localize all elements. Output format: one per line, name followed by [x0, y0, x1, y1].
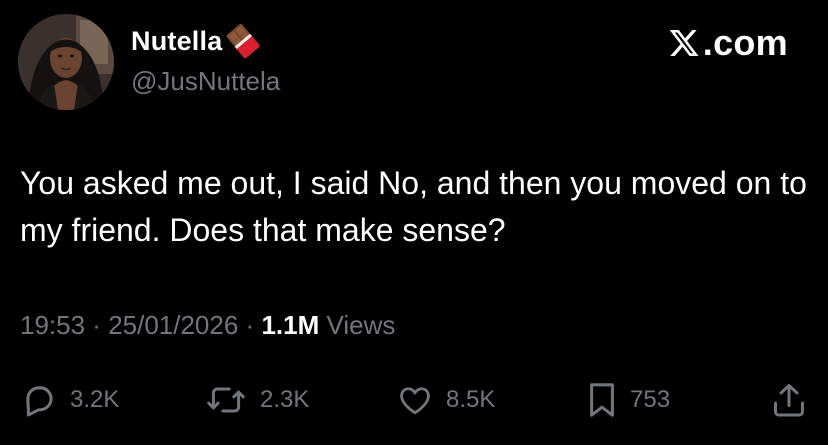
brand-text: .com — [702, 22, 788, 63]
views-count[interactable]: 1.1M — [261, 310, 319, 340]
views-label: Views — [319, 310, 396, 340]
brand-logo: .com — [667, 22, 788, 64]
reply-button[interactable]: 3.2K — [20, 378, 119, 422]
user-handle[interactable]: @JusNuttela — [131, 66, 280, 97]
repost-count: 2.3K — [260, 386, 310, 413]
tweet-text: You asked me out, I said No, and then yo… — [20, 165, 807, 248]
meta-separator: · — [238, 310, 262, 340]
like-button[interactable]: 8.5K — [396, 378, 495, 422]
avatar-image — [18, 14, 114, 110]
display-name-row: Nutella — [131, 23, 261, 59]
tweet-card: Nutella @JusNuttela .com You asked me ou… — [0, 0, 828, 445]
tweet-metadata: 19:53 · 25/01/2026 · 1.1M Views — [20, 310, 395, 341]
bookmark-count: 753 — [630, 386, 671, 413]
tweet-date[interactable]: 25/01/2026 — [108, 310, 238, 340]
share-button[interactable] — [770, 378, 808, 422]
x-logo-icon — [667, 27, 701, 59]
tweet-time[interactable]: 19:53 — [20, 310, 85, 340]
like-count: 8.5K — [446, 386, 496, 413]
heart-icon — [396, 382, 434, 418]
reply-count: 3.2K — [70, 386, 120, 413]
share-icon — [770, 380, 808, 420]
reply-icon — [20, 381, 58, 419]
bookmark-icon — [586, 380, 618, 420]
display-name[interactable]: Nutella — [131, 26, 222, 57]
repost-button[interactable]: 2.3K — [204, 378, 309, 422]
action-bar: 3.2K 2.3K 8.5K 753 — [0, 378, 828, 422]
meta-separator: · — [85, 310, 109, 340]
avatar[interactable] — [18, 14, 114, 110]
repost-icon — [204, 381, 248, 419]
chocolate-bar-icon — [225, 23, 261, 59]
bookmark-button[interactable]: 753 — [586, 378, 670, 422]
